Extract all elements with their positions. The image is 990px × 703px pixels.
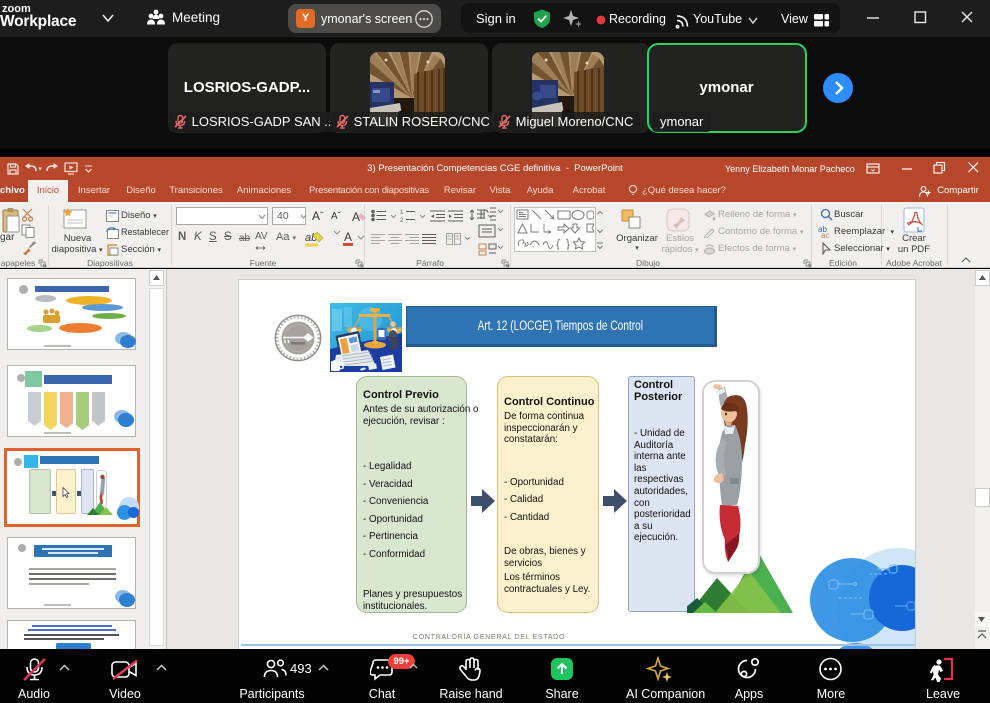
svg-text:A: A <box>352 210 360 224</box>
svg-text:1: 1 <box>400 210 404 216</box>
svg-text:2: 2 <box>400 218 404 223</box>
svg-text:ac: ac <box>821 231 829 238</box>
